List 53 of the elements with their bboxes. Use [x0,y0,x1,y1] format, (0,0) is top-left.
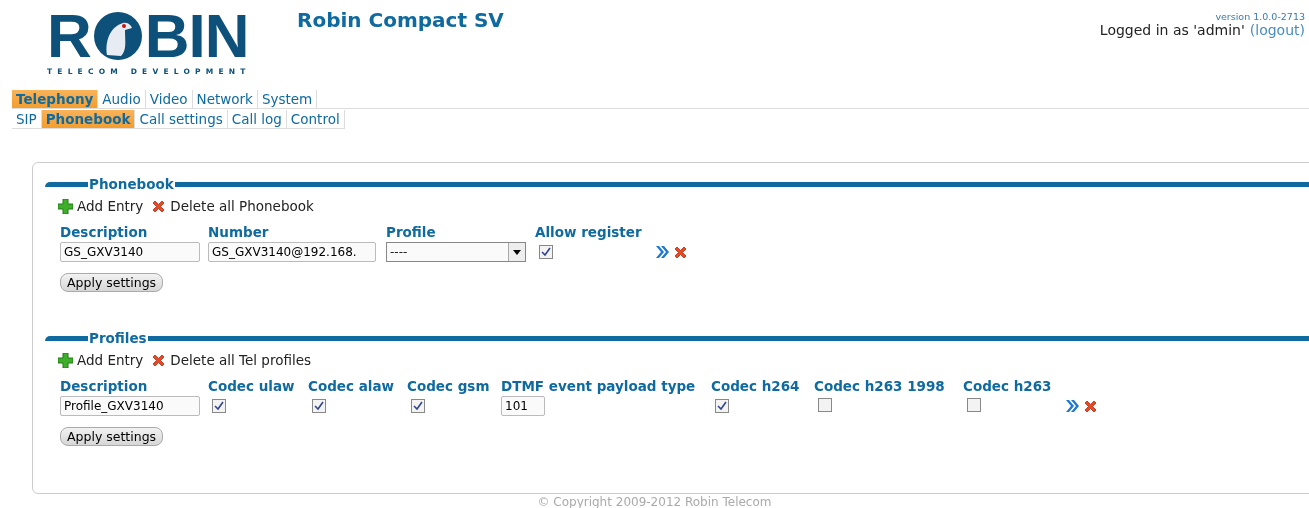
sub-tab[interactable]: Call settings [135,110,228,129]
delete-all-link[interactable]: Delete all Tel profiles [170,352,312,368]
double-chevron-icon[interactable] [1065,399,1079,413]
column-header: Profile [386,224,437,240]
dropdown[interactable]: ---- [386,242,526,262]
checkbox[interactable] [715,398,729,413]
bird-icon [92,11,143,61]
text-field[interactable]: Profile_GXV3140 [60,396,200,416]
sub-tab[interactable]: Call log [227,110,287,129]
delete-icon[interactable] [1083,398,1098,414]
column-header: Description [60,378,149,394]
apply-settings-button[interactable]: Apply settings [60,273,164,292]
delete-icon[interactable] [151,352,167,368]
checkbox[interactable] [411,398,425,413]
section-title: Phonebook [88,176,175,192]
delete-icon[interactable] [673,244,688,260]
column-header: Allow register [535,224,643,240]
checkbox[interactable] [539,244,553,259]
version-text: version 1.0.0-2713 [1215,11,1305,22]
apply-settings-button[interactable]: Apply settings [60,427,164,446]
checkbox[interactable] [212,398,226,413]
login-status: Logged in as 'admin' [1099,22,1245,38]
column-header: Codec h263 [963,378,1053,394]
add-entry-link[interactable]: Add Entry [77,198,144,214]
column-header: DTMF event payload type [501,378,697,394]
delete-all-link[interactable]: Delete all Phonebook [170,198,314,214]
product-title: Robin Compact SV [297,8,504,32]
add-icon[interactable] [58,352,73,368]
logout-link[interactable]: (logout) [1249,22,1305,38]
text-field[interactable]: GS_GXV3140@192.168. [208,242,376,262]
copyright-text: © Copyright 2009-2012 Robin Telecom [536,495,773,508]
delete-icon[interactable] [151,198,167,214]
column-header: Codec h263 1998 [814,378,946,394]
double-chevron-icon[interactable] [655,245,669,259]
caret-icon [513,249,521,255]
column-header: Codec h264 [711,378,801,394]
sub-tab[interactable]: Control [286,110,345,129]
logo-wordmark: R [47,8,91,64]
checkbox[interactable] [312,398,326,413]
column-header: Description [60,224,149,240]
column-header: Codec alaw [308,378,396,394]
sub-tab[interactable]: SIP [12,110,42,129]
text-field[interactable]: 101 [501,396,545,416]
checkbox[interactable] [967,397,981,412]
section-title: Profiles [88,330,148,346]
checkbox[interactable] [818,397,832,412]
column-header: Codec gsm [407,378,491,394]
text-field[interactable]: GS_GXV3140 [60,242,200,262]
add-entry-link[interactable]: Add Entry [77,352,144,368]
logo-wordmark: BIN [144,8,249,64]
column-header: Codec ulaw [208,378,296,394]
add-icon[interactable] [58,198,73,214]
column-header: Number [208,224,270,240]
